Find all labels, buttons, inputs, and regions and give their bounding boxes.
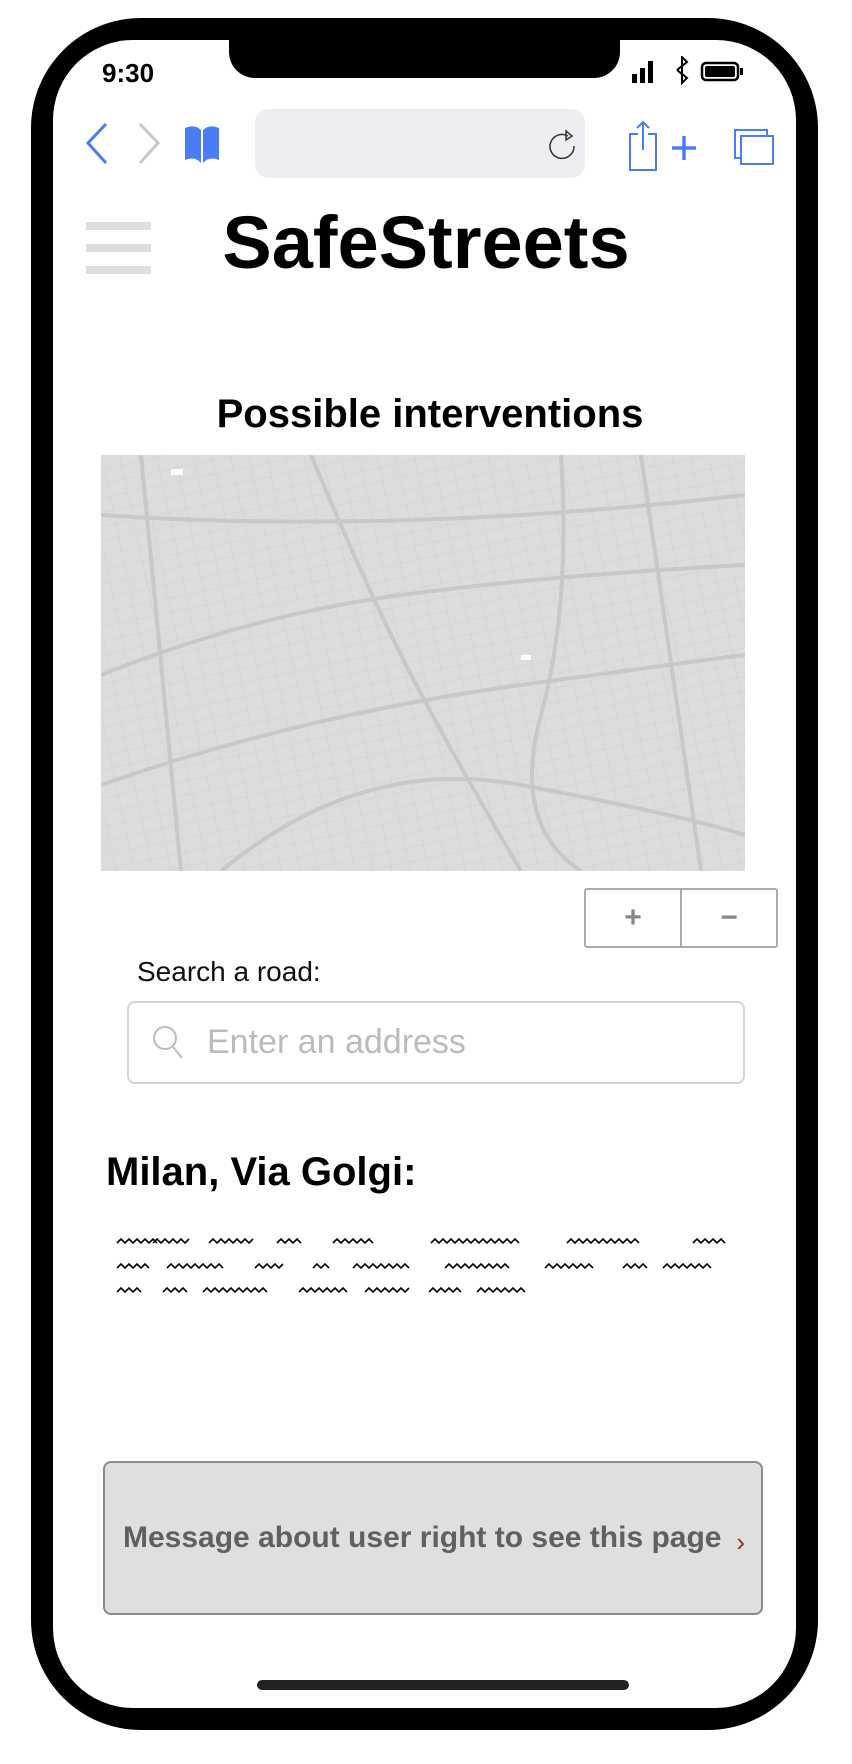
url-bar[interactable]: [255, 109, 585, 178]
bluetooth-icon: [676, 56, 689, 86]
search-icon: [153, 1025, 183, 1059]
home-indicator[interactable]: [257, 1680, 629, 1690]
search-input[interactable]: [207, 1023, 707, 1062]
bookmarks-icon[interactable]: [185, 126, 219, 163]
screen: [53, 40, 796, 1708]
signal-icon: [632, 61, 653, 83]
back-icon[interactable]: [85, 122, 108, 165]
forward-icon[interactable]: [138, 122, 161, 165]
placeholder-text-scribble: [116, 1237, 726, 1294]
notice-text: Message about user right to see this pag…: [123, 1521, 722, 1554]
chevron-right-icon: ›: [736, 1527, 745, 1557]
status-icons: [632, 56, 743, 86]
new-tab-icon[interactable]: [672, 136, 696, 160]
zoom-out-button[interactable]: −: [682, 890, 776, 946]
browser-nav: [85, 122, 219, 165]
site-title: SafeStreets: [222, 201, 630, 284]
zoom-in-button[interactable]: +: [586, 890, 682, 946]
section-title: Possible interventions: [216, 392, 644, 436]
browser-actions: [629, 120, 774, 171]
status-time: 9:30: [102, 58, 155, 88]
share-icon[interactable]: [629, 120, 657, 171]
battery-icon: [700, 61, 743, 82]
reload-icon[interactable]: [548, 128, 578, 164]
user-rights-notice[interactable]: Message about user right to see this pag…: [103, 1461, 763, 1615]
notch: [229, 30, 620, 78]
search-label: Search a road:: [137, 956, 321, 987]
search-field[interactable]: [127, 1001, 745, 1084]
tabs-icon[interactable]: [734, 129, 774, 165]
road-title: Milan, Via Golgi:: [106, 1150, 417, 1194]
map[interactable]: [101, 455, 745, 871]
map-zoom-controls: + −: [584, 888, 778, 948]
